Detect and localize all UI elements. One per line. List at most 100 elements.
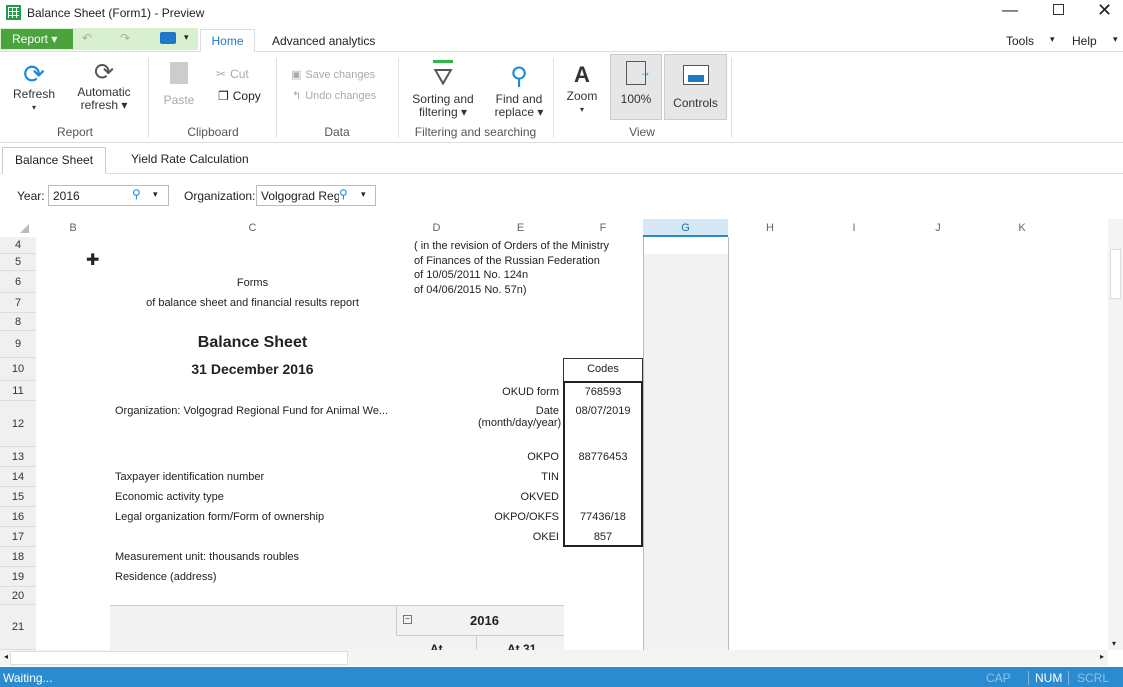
paste-label: Paste	[163, 93, 195, 107]
row-header[interactable]: 18	[0, 547, 36, 567]
search-icon: ⚲	[510, 63, 528, 90]
scissors-icon: ✂	[216, 67, 227, 81]
copy-label: Copy	[232, 89, 261, 103]
column-header[interactable]: H	[728, 219, 812, 237]
group-view: View	[629, 125, 655, 139]
tab-advanced-analytics[interactable]: Advanced analytics	[272, 34, 375, 48]
okud-label: OKUD form	[502, 386, 559, 398]
row-header[interactable]: 11	[0, 381, 36, 401]
scroll-left-icon[interactable]: ◂	[4, 652, 8, 661]
cut-label: Cut	[230, 67, 249, 81]
vertical-scrollbar[interactable]: ▾	[1108, 219, 1123, 650]
column-header[interactable]: I	[812, 219, 896, 237]
row-header[interactable]: 13	[0, 447, 36, 467]
zoom-icon: A	[574, 62, 590, 87]
row-header[interactable]: 5	[0, 254, 36, 271]
search-icon[interactable]: ⚲	[339, 187, 348, 201]
column-header[interactable]: J	[896, 219, 980, 237]
print-icon[interactable]	[160, 32, 176, 44]
print-dropdown-icon[interactable]: ▾	[184, 32, 189, 43]
report-date: 31 December 2016	[191, 361, 314, 377]
row-header[interactable]: 16	[0, 507, 36, 527]
column-header[interactable]: K	[980, 219, 1064, 237]
residence-row: Residence (address)	[115, 571, 217, 583]
organization-field[interactable]: Volgograd Regional Fund⚲ ▾	[256, 185, 376, 206]
controls-icon	[682, 65, 709, 85]
find-replace-button[interactable]: ⚲ Find and replace ▾	[488, 60, 550, 119]
group-filtering: Filtering and searching	[414, 125, 537, 139]
zoom-value: 100%	[620, 92, 652, 106]
row-header[interactable]: 14	[0, 467, 36, 487]
vertical-scroll-thumb[interactable]	[1110, 249, 1121, 299]
row-header[interactable]: 21	[0, 605, 36, 650]
zoom-100-button[interactable]: → 100%	[610, 54, 662, 120]
tab-balance-sheet[interactable]: Balance Sheet	[2, 147, 106, 174]
row-header[interactable]: 15	[0, 487, 36, 507]
search-icon[interactable]: ⚲	[132, 187, 141, 201]
row-header[interactable]: 19	[0, 567, 36, 587]
row-header[interactable]: 8	[0, 313, 36, 331]
refresh-button[interactable]: ⟳ Refresh ▾	[8, 60, 60, 114]
row-header[interactable]: 6	[0, 271, 36, 293]
redo-quick-icon[interactable]: ↷	[120, 31, 130, 45]
row-header[interactable]: 4	[0, 237, 36, 254]
paste-icon	[170, 62, 188, 84]
column-header[interactable]: G	[643, 219, 728, 237]
scroll-right-icon[interactable]: ▸	[1100, 652, 1104, 661]
column-header[interactable]: F	[563, 219, 643, 237]
group-data: Data	[324, 125, 350, 139]
tools-menu[interactable]: Tools	[1006, 34, 1034, 48]
tab-home[interactable]: Home	[200, 29, 255, 53]
help-dropdown-icon[interactable]: ▾	[1113, 34, 1118, 45]
report-menu-button[interactable]: Report ▾	[1, 29, 73, 49]
cursor-cross-icon: ✚	[86, 252, 100, 269]
column-header[interactable]: E	[478, 219, 563, 237]
paste-button[interactable]: Paste	[160, 62, 198, 107]
cut-button[interactable]: ✂ Cut	[216, 67, 249, 81]
dropdown-icon[interactable]: ▾	[153, 189, 158, 200]
row-header[interactable]: 17	[0, 527, 36, 547]
controls-button[interactable]: Controls	[664, 54, 727, 120]
date-value: 08/07/2019	[575, 405, 631, 417]
row-header[interactable]: 20	[0, 587, 36, 605]
horizontal-scroll-thumb[interactable]	[10, 651, 348, 665]
horizontal-scrollbar[interactable]: ◂ ▸	[0, 650, 1108, 666]
row-header[interactable]: 10	[0, 358, 36, 381]
collapse-icon[interactable]: −	[403, 615, 412, 624]
row-header[interactable]: 9	[0, 331, 36, 358]
codes-header: Codes	[563, 358, 643, 381]
zoom-button[interactable]: A Zoom ▾	[562, 60, 602, 116]
num-indicator: NUM	[1028, 671, 1062, 685]
column-header[interactable]: D	[395, 219, 478, 237]
organization-row: Organization: Volgograd Regional Fund fo…	[115, 405, 389, 417]
activity-row: Economic activity type	[115, 491, 224, 503]
year-field[interactable]: 2016 ⚲ ▾	[48, 185, 169, 206]
okei-label: OKEI	[532, 531, 559, 543]
save-changes-button[interactable]: ▣ Save changes	[291, 68, 375, 82]
forms-subheading: of balance sheet and financial results r…	[146, 297, 359, 309]
row-header[interactable]: 7	[0, 293, 36, 313]
column-header[interactable]: B	[36, 219, 110, 237]
minimize-button[interactable]: —	[1002, 2, 1018, 20]
dropdown-icon[interactable]: ▾	[361, 189, 366, 200]
tools-dropdown-icon[interactable]: ▾	[1050, 34, 1055, 45]
table-header: − 2016 At At 31	[110, 605, 564, 656]
maximize-button[interactable]	[1053, 4, 1064, 15]
select-all-corner[interactable]	[0, 219, 36, 237]
tab-yield-rate[interactable]: Yield Rate Calculation	[131, 152, 249, 166]
status-bar: Waiting... CAP NUM SCRL	[0, 667, 1123, 687]
undo-quick-icon[interactable]: ↶	[82, 31, 92, 45]
automatic-refresh-button[interactable]: ⟳ Automatic refresh ▾	[70, 60, 138, 112]
okfs-value: 77436/18	[580, 511, 626, 523]
copy-button[interactable]: ❐ Copy	[218, 89, 261, 103]
sorting-filtering-button[interactable]: ⛛ Sorting and filtering ▾	[406, 60, 480, 119]
help-menu[interactable]: Help	[1072, 34, 1097, 48]
row-header[interactable]: 12	[0, 401, 36, 447]
refresh-label: Refresh	[12, 87, 56, 101]
column-header[interactable]: C	[110, 219, 395, 237]
close-button[interactable]: ✕	[1097, 0, 1112, 21]
undo-changes-button[interactable]: ↰ Undo changes	[292, 89, 376, 103]
scroll-down-icon[interactable]: ▾	[1112, 639, 1116, 648]
forms-heading: Forms	[236, 277, 269, 289]
scrl-indicator: SCRL	[1068, 671, 1109, 685]
